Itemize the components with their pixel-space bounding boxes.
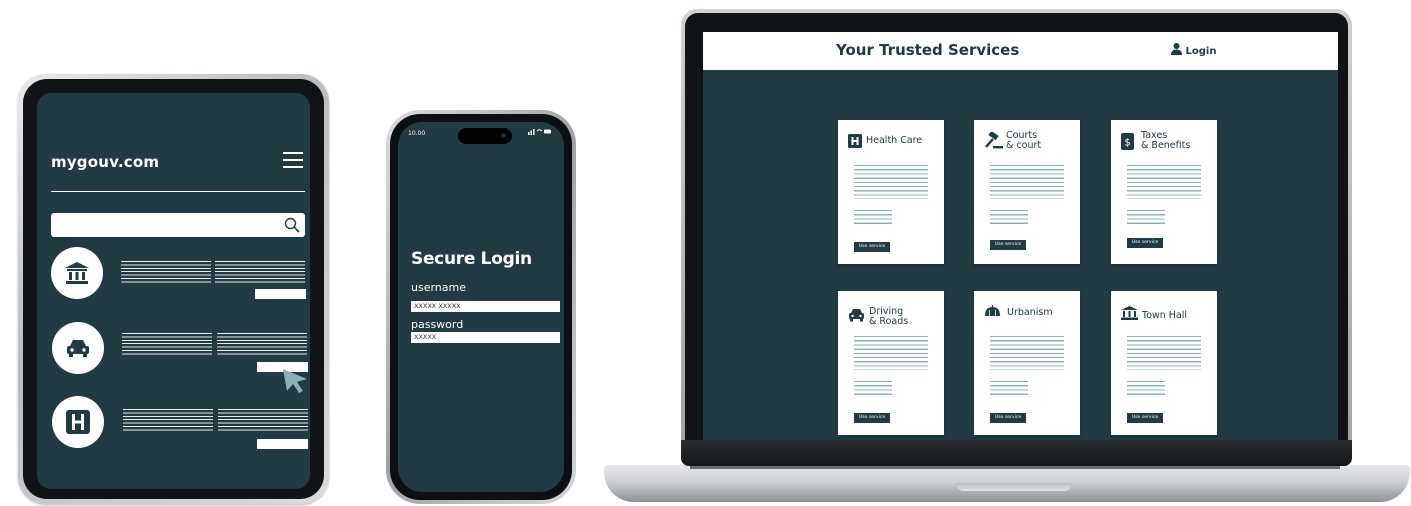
- user-icon: [1171, 43, 1182, 55]
- card-text-lines: [1127, 165, 1201, 199]
- phone-device: 10.00 Secure Login username XXXXX XXXXX …: [386, 110, 576, 504]
- card-title: Taxes & Benefits: [1141, 130, 1191, 151]
- card-title: Town Hall: [1142, 310, 1188, 321]
- search-icon[interactable]: [284, 217, 300, 233]
- signal-battery-icon: [528, 128, 552, 137]
- tablet-screen: mygouv.com: [37, 93, 310, 489]
- card-title: Health Care: [866, 135, 923, 146]
- laptop-chin: [681, 440, 1352, 466]
- hospital-icon: [66, 410, 90, 434]
- item-action-button[interactable]: [255, 289, 306, 299]
- card-text-lines: [854, 165, 928, 199]
- townhall-icon: [1121, 306, 1138, 320]
- use-service-button[interactable]: Use service: [854, 242, 890, 252]
- card-text-lines: [854, 381, 892, 397]
- card-text-lines: [990, 336, 1064, 370]
- item-text-lines: [122, 333, 212, 357]
- password-field[interactable]: XXXXX: [411, 332, 560, 343]
- service-card-courts[interactable]: Courts & court Use service: [974, 120, 1080, 264]
- dome-icon: [985, 305, 1000, 316]
- card-title: Urbanism: [1007, 307, 1053, 318]
- status-time: 10.00: [408, 130, 426, 137]
- search-input[interactable]: [51, 213, 305, 237]
- menu-icon[interactable]: [283, 152, 303, 169]
- card-text-lines: [1127, 381, 1165, 397]
- dynamic-island: [458, 128, 512, 144]
- site-title[interactable]: Your Trusted Services: [836, 41, 1019, 59]
- laptop-screen: Your Trusted Services Login Health Care …: [703, 32, 1338, 444]
- car-icon: [67, 340, 89, 357]
- use-service-button[interactable]: Use service: [990, 413, 1026, 423]
- site-brand[interactable]: mygouv.com: [51, 153, 159, 171]
- login-title: Secure Login: [411, 249, 532, 269]
- card-text-lines: [1127, 210, 1165, 226]
- tablet-device: mygouv.com: [18, 74, 329, 504]
- item-text-lines: [215, 261, 305, 285]
- username-label: username: [411, 281, 466, 294]
- laptop-notch: [956, 483, 1072, 491]
- bank-service-button[interactable]: [51, 247, 103, 299]
- driving-service-button[interactable]: [52, 322, 104, 374]
- service-card-driving[interactable]: Driving & Roads Use service: [838, 291, 944, 435]
- site-header: Your Trusted Services Login: [703, 32, 1338, 70]
- laptop-bezel: Your Trusted Services Login Health Care …: [685, 13, 1348, 461]
- bank-icon: [65, 262, 89, 284]
- cursor-icon: [283, 369, 307, 393]
- item-text-lines: [123, 409, 213, 433]
- login-label: Login: [1185, 46, 1217, 57]
- card-text-lines: [1127, 336, 1201, 370]
- use-service-button[interactable]: Use service: [1127, 413, 1163, 423]
- gavel-icon: [985, 132, 1003, 149]
- card-text-lines: [990, 165, 1064, 199]
- dollar-icon: $: [1121, 133, 1134, 150]
- car-icon: [849, 309, 864, 322]
- card-title: Driving & Roads: [869, 306, 909, 327]
- camera-icon: [501, 133, 506, 138]
- service-card-health[interactable]: Health Care Use service: [838, 120, 944, 264]
- password-label: password: [411, 318, 464, 331]
- hospital-icon: [848, 134, 862, 148]
- tablet-bezel: mygouv.com: [23, 79, 324, 499]
- svg-text:$: $: [1124, 138, 1130, 149]
- username-field[interactable]: XXXXX XXXXX: [411, 301, 560, 312]
- use-service-button[interactable]: Use service: [990, 240, 1026, 250]
- card-text-lines: [990, 381, 1028, 397]
- item-text-lines: [218, 409, 308, 433]
- card-text-lines: [990, 210, 1028, 226]
- item-action-button[interactable]: [257, 439, 308, 449]
- card-text-lines: [854, 336, 928, 370]
- use-service-button[interactable]: Use service: [854, 413, 890, 423]
- laptop-lid: Your Trusted Services Login Health Care …: [681, 9, 1352, 465]
- login-button[interactable]: Login: [1171, 43, 1216, 57]
- use-service-button[interactable]: Use service: [1127, 238, 1163, 248]
- header-divider: [51, 191, 305, 192]
- item-text-lines: [217, 333, 307, 357]
- phone-bezel: 10.00 Secure Login username XXXXX XXXXX …: [390, 114, 572, 500]
- item-text-lines: [121, 261, 211, 285]
- service-card-urbanism[interactable]: Urbanism Use service: [974, 291, 1080, 435]
- service-card-townhall[interactable]: Town Hall Use service: [1111, 291, 1217, 435]
- card-title: Courts & court: [1006, 130, 1042, 151]
- health-service-button[interactable]: [52, 396, 104, 448]
- card-text-lines: [854, 210, 892, 226]
- service-card-taxes[interactable]: $ Taxes & Benefits Use service: [1111, 120, 1217, 264]
- phone-screen: 10.00 Secure Login username XXXXX XXXXX …: [398, 122, 564, 492]
